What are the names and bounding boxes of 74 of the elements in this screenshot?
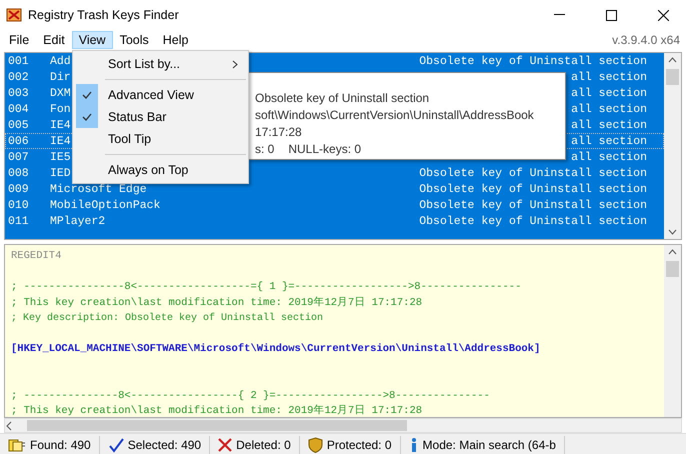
- key-name: IE4: [50, 118, 71, 132]
- key-description: all section: [571, 86, 647, 100]
- key-description: all section: [571, 102, 647, 116]
- window-title: Registry Trash Keys Finder: [28, 8, 179, 22]
- status-text: Selected: 490: [128, 438, 202, 452]
- key-name: Microsoft Edge: [50, 182, 147, 196]
- menu-item[interactable]: View: [72, 31, 113, 49]
- key-name: IE5: [50, 150, 71, 164]
- tooltip-text: 17:17:28: [255, 125, 302, 139]
- code-line: ; ----------------8<------------------={ 1 }=------------------>8----------------: [11, 280, 522, 295]
- maximize-icon: [606, 10, 616, 20]
- tooltip-text: soft\Windows\CurrentVersion\Uninstall\AddressBook: [255, 108, 534, 122]
- code-line: ; This key creation\last modification time: 2019年12月7日 17:17:28: [11, 404, 424, 417]
- code-line: REGEDIT4: [11, 249, 62, 264]
- scrollbar[interactable]: [664, 53, 681, 239]
- key-description: Obsolete key of Uninstall section: [419, 54, 647, 68]
- registry-key-line: [HKEY_LOCAL_MACHINE\SOFTWARE\Microsoft\Windows\CurrentVersion\Uninstall\AddressBook]: [11, 342, 542, 357]
- menu-option[interactable]: Tool Tip: [73, 128, 248, 150]
- key-name: MobileOptionPack: [50, 198, 160, 212]
- key-name: MPlayer2: [50, 214, 106, 228]
- row-number: 011: [7, 214, 30, 228]
- row-number: 010: [7, 198, 30, 212]
- menu-option[interactable]: Advanced View: [73, 84, 248, 106]
- menu-option[interactable]: Status Bar: [73, 106, 248, 128]
- key-name: Add: [50, 54, 71, 68]
- key-name: Fon: [50, 102, 71, 116]
- status-text: Mode: Main search (64-b: [422, 438, 556, 452]
- cross-icon: [218, 438, 232, 452]
- scrollbar[interactable]: [664, 245, 681, 417]
- row-number: 007: [7, 150, 30, 164]
- row-number: 002: [7, 70, 30, 84]
- row-number: 009: [7, 182, 30, 196]
- row-number: 003: [7, 86, 30, 100]
- row-number: 008: [7, 166, 30, 180]
- menu-item[interactable]: Edit: [36, 31, 72, 49]
- key-name: DXM: [50, 86, 71, 100]
- key-description: all section: [571, 118, 647, 132]
- key-description: all section: [571, 150, 647, 164]
- key-name: IED: [50, 166, 71, 180]
- tooltip-text: NULL-keys: 0: [288, 142, 362, 158]
- tooltip-text: s: 0: [255, 142, 274, 158]
- status-text: Deleted: 0: [236, 438, 291, 452]
- menu-item[interactable]: File: [2, 31, 36, 49]
- minimize-icon: [554, 14, 564, 16]
- key-name: IE4: [50, 134, 71, 148]
- shield-icon: [308, 436, 323, 452]
- key-description: all section: [571, 70, 647, 84]
- key-description: Obsolete key of Uninstall section: [419, 214, 647, 228]
- version-label: v.3.9.4.0 x64: [612, 33, 680, 47]
- row-number: 001: [7, 54, 30, 68]
- close-icon: [658, 10, 668, 20]
- code-line: ; ---------------8<-----------------{ 2 }=----------------->8---------------: [11, 388, 491, 404]
- status-text: Found: 490: [30, 438, 91, 452]
- scroll-thumb[interactable]: [666, 261, 679, 277]
- tooltip-text: Obsolete key of Uninstall section: [255, 91, 430, 105]
- key-name: Dir: [50, 70, 71, 84]
- menu-item[interactable]: Tools: [112, 31, 156, 49]
- code-line: ; Key description: Obsolete key of Uninstall section: [11, 312, 324, 326]
- app-icon: [6, 7, 22, 23]
- row-number: 004: [7, 102, 30, 116]
- key-description: all section: [571, 134, 647, 148]
- key-description: Obsolete key of Uninstall section: [419, 182, 647, 196]
- menu-item[interactable]: Help: [156, 31, 196, 49]
- code-line: ; This key creation\last modification time: 2019年12月7日 17:17:28: [11, 296, 424, 310]
- folders-icon: [8, 436, 26, 452]
- row-number: 006: [7, 134, 30, 148]
- scroll-thumb[interactable]: [27, 420, 407, 431]
- status-text: Protected: 0: [326, 438, 392, 452]
- scroll-thumb[interactable]: [666, 69, 679, 85]
- key-description: Obsolete key of Uninstall section: [419, 166, 647, 180]
- key-description: Obsolete key of Uninstall section: [419, 198, 647, 212]
- horizontal-scrollbar[interactable]: [4, 418, 682, 433]
- row-number: 005: [7, 118, 30, 132]
- check-icon: [108, 436, 124, 452]
